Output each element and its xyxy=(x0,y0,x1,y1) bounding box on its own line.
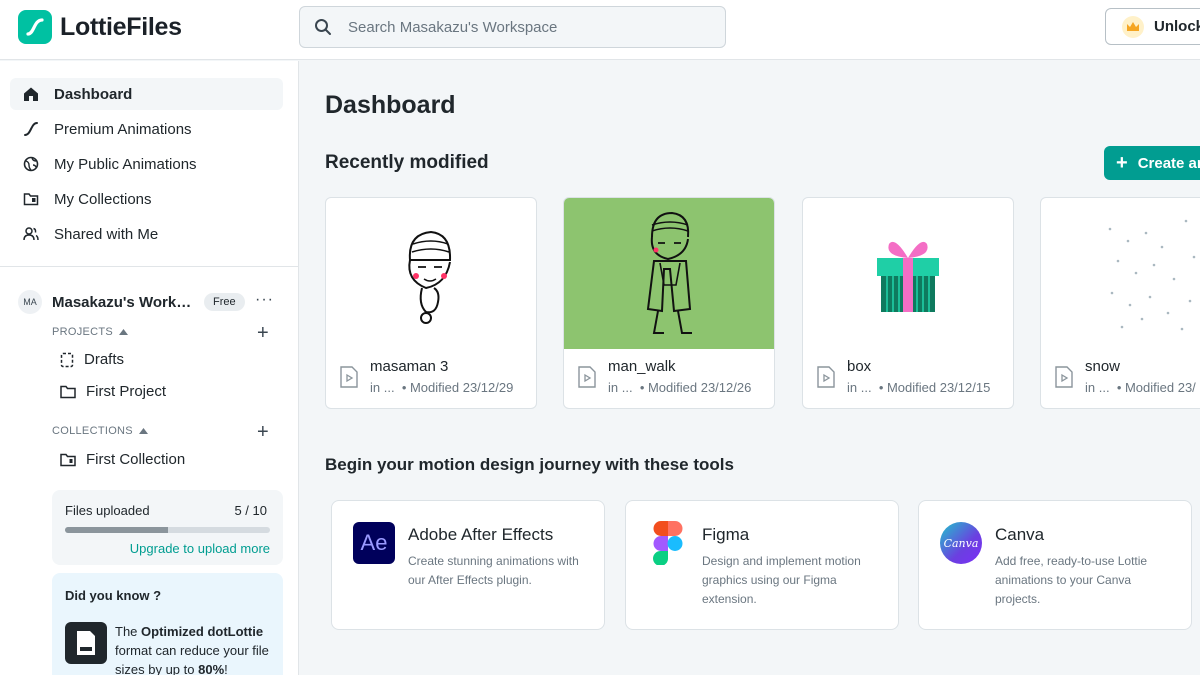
tool-card-after-effects[interactable]: Ae Adobe After Effects Create stunning a… xyxy=(331,500,605,630)
create-animation-label: Create animation xyxy=(1137,154,1200,172)
sidebar: Dashboard Premium Animations My Public A… xyxy=(0,61,299,675)
animation-name: box xyxy=(847,358,872,375)
animation-thumbnail xyxy=(564,198,774,349)
search-box[interactable] xyxy=(299,6,726,48)
upload-progress-fill xyxy=(65,527,168,533)
recent-section-title: Recently modified xyxy=(325,152,489,173)
sidebar-item-shared-with-me[interactable]: Shared with Me xyxy=(10,218,283,250)
home-icon xyxy=(22,85,40,103)
tool-name: Adobe After Effects xyxy=(408,525,554,544)
sidebar-item-dashboard[interactable]: Dashboard xyxy=(10,78,283,110)
project-item-first-project[interactable]: First Project xyxy=(60,383,166,400)
animation-meta: in ... • Modified 23/ xyxy=(1085,380,1196,395)
project-label: Drafts xyxy=(84,351,125,368)
animation-thumbnail xyxy=(803,198,1013,349)
avatar: MA xyxy=(18,290,42,314)
sidebar-item-label: My Collections xyxy=(54,190,152,208)
file-icon xyxy=(340,366,358,388)
add-project-button[interactable]: + xyxy=(257,323,269,343)
animation-card-masaman-3[interactable]: masaman 3 in ... • Modified 23/12/29 xyxy=(325,197,537,409)
tip-text: The Optimized dotLottie format can reduc… xyxy=(115,624,269,675)
projects-section-toggle[interactable]: PROJECTS xyxy=(52,326,129,338)
tip-card: Did you know ? The Optimized dotLottie f… xyxy=(52,573,283,675)
files-uploaded-label: Files uploaded xyxy=(65,503,150,518)
brand-name: LottieFiles xyxy=(60,12,182,41)
files-uploaded-count: 5 / 10 xyxy=(234,503,267,518)
animation-meta: in ... • Modified 23/12/15 xyxy=(847,380,991,395)
canva-icon: Canva xyxy=(940,522,982,564)
figma-icon xyxy=(647,521,689,565)
users-icon xyxy=(22,225,40,243)
sidebar-item-label: Dashboard xyxy=(54,85,133,103)
upload-progress-bar xyxy=(65,527,270,533)
collection-label: First Collection xyxy=(86,451,186,468)
unlock-label: Unlock xyxy=(1154,18,1200,35)
project-item-drafts[interactable]: Drafts xyxy=(60,351,124,368)
create-animation-button[interactable]: + Create animation xyxy=(1104,146,1200,180)
animation-thumbnail xyxy=(1041,198,1200,349)
sidebar-item-premium-animations[interactable]: Premium Animations xyxy=(10,113,283,145)
workspace-name: Masakazu's Workspace xyxy=(52,293,194,311)
tool-card-canva[interactable]: Canva Canva Add free, ready-to-use Lotti… xyxy=(918,500,1192,630)
collections-label: COLLECTIONS xyxy=(52,425,133,437)
tip-title: Did you know ? xyxy=(65,588,162,603)
crown-icon xyxy=(1122,15,1144,38)
premium-icon xyxy=(22,120,40,138)
tool-card-figma[interactable]: Figma Design and implement motion graphi… xyxy=(625,500,899,630)
tool-description: Design and implement motion graphics usi… xyxy=(702,554,861,606)
collections-section-toggle[interactable]: COLLECTIONS xyxy=(52,425,148,437)
animation-meta: in ... • Modified 23/12/29 xyxy=(370,380,514,395)
sidebar-item-label: Shared with Me xyxy=(54,225,159,243)
globe-icon xyxy=(22,155,40,173)
drafts-icon xyxy=(60,352,74,367)
caret-up-icon xyxy=(119,329,129,335)
animation-name: masaman 3 xyxy=(370,358,449,375)
file-icon xyxy=(817,366,835,388)
collection-icon xyxy=(60,453,76,466)
sidebar-divider xyxy=(0,266,299,267)
tools-section-title: Begin your motion design journey with th… xyxy=(325,455,734,474)
file-icon xyxy=(578,366,596,388)
top-bar: LottieFiles Unlock xyxy=(0,0,1200,60)
unlock-button[interactable]: Unlock xyxy=(1105,8,1200,45)
search-icon xyxy=(315,19,331,35)
more-options-button[interactable]: ··· xyxy=(255,291,274,309)
search-input[interactable] xyxy=(348,18,688,36)
after-effects-icon: Ae xyxy=(353,522,395,564)
animation-thumbnail xyxy=(326,198,536,349)
collection-icon xyxy=(22,190,40,208)
sidebar-item-label: Premium Animations xyxy=(54,120,192,138)
upgrade-link[interactable]: Upgrade to upload more xyxy=(130,541,270,556)
projects-label: PROJECTS xyxy=(52,326,114,338)
add-collection-button[interactable]: + xyxy=(257,422,269,442)
logo[interactable]: LottieFiles xyxy=(18,10,182,44)
animation-name: man_walk xyxy=(608,358,676,375)
animation-card-box[interactable]: box in ... • Modified 23/12/15 xyxy=(802,197,1014,409)
lottiefiles-logo-icon xyxy=(18,10,52,44)
project-label: First Project xyxy=(86,383,167,400)
tool-name: Canva xyxy=(995,525,1045,544)
sidebar-item-public-animations[interactable]: My Public Animations xyxy=(10,148,283,180)
dotlottie-file-icon xyxy=(65,622,107,664)
animation-card-snow[interactable]: snow in ... • Modified 23/ xyxy=(1040,197,1200,409)
upload-quota-card: Files uploaded 5 / 10 Upgrade to upload … xyxy=(52,490,283,565)
tool-description: Create stunning animations with our Afte… xyxy=(408,554,579,587)
animation-meta: in ... • Modified 23/12/26 xyxy=(608,380,752,395)
plan-badge: Free xyxy=(204,293,245,311)
tool-description: Add free, ready-to-use Lottie animations… xyxy=(995,554,1148,606)
animation-name: snow xyxy=(1085,358,1121,375)
tool-name: Figma xyxy=(702,525,750,544)
file-icon xyxy=(1055,366,1073,388)
page-title: Dashboard xyxy=(325,91,456,119)
sidebar-item-label: My Public Animations xyxy=(54,155,197,173)
sidebar-item-my-collections[interactable]: My Collections xyxy=(10,183,283,215)
folder-icon xyxy=(60,385,76,398)
collection-item-first-collection[interactable]: First Collection xyxy=(60,451,185,468)
plus-icon: + xyxy=(1116,152,1128,174)
animation-card-man-walk[interactable]: man_walk in ... • Modified 23/12/26 xyxy=(563,197,775,409)
workspace-switcher[interactable]: MA Masakazu's Workspace Free ··· xyxy=(18,289,282,315)
caret-up-icon xyxy=(138,428,148,434)
